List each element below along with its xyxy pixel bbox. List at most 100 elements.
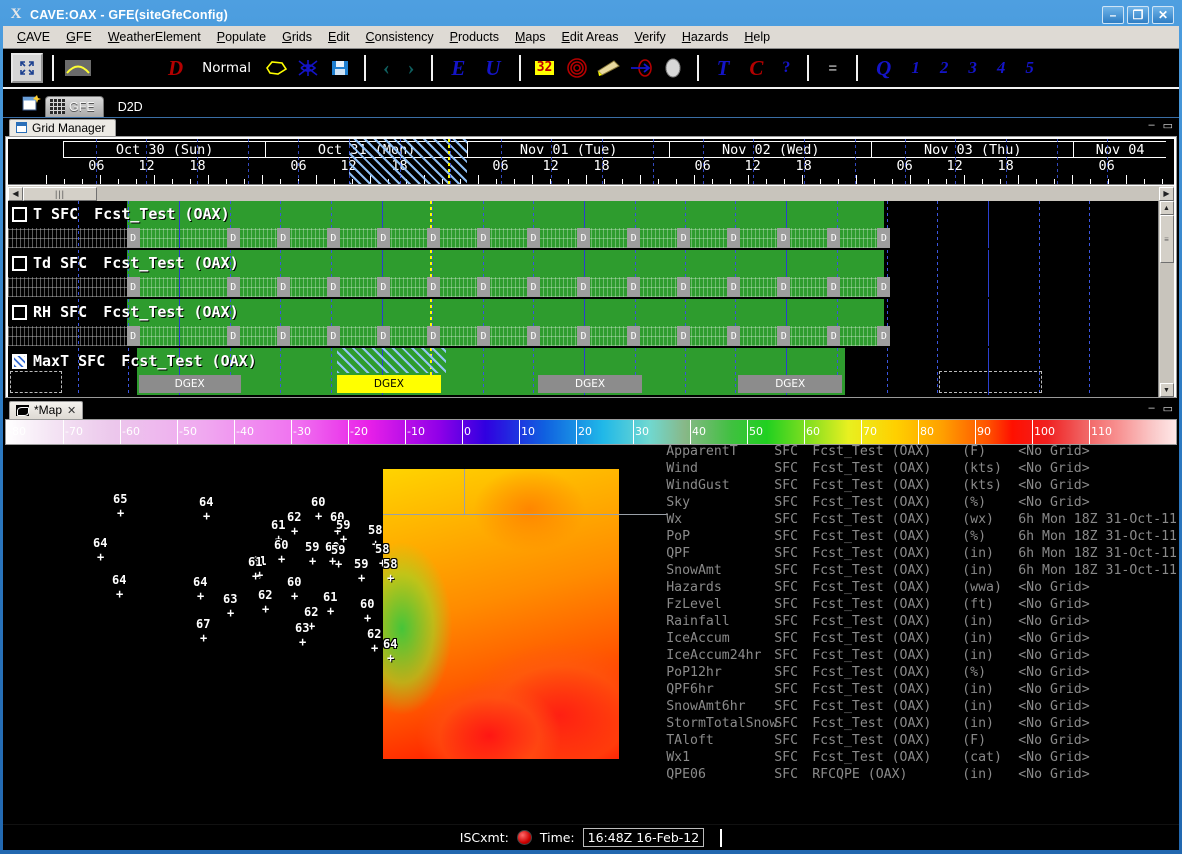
grid-row-checkbox[interactable] [12, 304, 27, 320]
grid-d-marker[interactable]: D [126, 326, 140, 346]
menu-item-cave[interactable]: CAVE [9, 28, 58, 46]
weather-element-row[interactable]: Wx1 SFC Fcst_Test (OAX) (cat) <No Grid> [666, 749, 1177, 766]
timescale-header[interactable]: Oct 30 (Sun) Oct 31 (Mon) Nov 01 (Tue) Nov … [8, 139, 1174, 185]
grid-d-marker[interactable]: D [326, 277, 340, 297]
lasso-select-button[interactable] [293, 53, 323, 83]
grid-d-marker[interactable]: D [476, 326, 490, 346]
grid-d-marker[interactable]: D [476, 228, 490, 248]
previous-grid-button[interactable]: ‹ [375, 57, 398, 80]
weather-element-row[interactable]: StormTotalSnowSFC Fcst_Test (OAX) (in) <No … [666, 715, 1177, 732]
model-source-bar[interactable]: DGEX [538, 375, 642, 393]
map-minimize[interactable]: – [1148, 402, 1154, 415]
maximize-button[interactable]: ❐ [1127, 5, 1149, 24]
weather-element-row[interactable]: SnowAmt SFC Fcst_Test (OAX) (in) 6h Mon 18Z … [666, 562, 1177, 579]
hscroll-left-arrow[interactable]: ◀ [8, 186, 23, 201]
weather-element-row[interactable]: FzLevel SFC Fcst_Test (OAX) (ft) <No Grid> [666, 596, 1177, 613]
grid-d-marker[interactable]: D [376, 277, 390, 297]
perspective-tab-gfe[interactable]: GFE [45, 96, 104, 117]
empty-model-slot-left[interactable] [10, 371, 62, 393]
grid-d-marker[interactable]: D [276, 228, 290, 248]
grid-block[interactable] [126, 250, 884, 297]
grid-d-marker[interactable]: D [426, 277, 440, 297]
num-tool-2[interactable]: 2 [931, 58, 958, 78]
perspective-tab-d2d[interactable]: D2D [108, 98, 153, 117]
hscroll-track[interactable] [97, 185, 1159, 202]
grid-row-label[interactable]: MaxT SFC Fcst_Test (OAX) [12, 352, 257, 370]
model-source-bar[interactable]: DGEX [337, 375, 441, 393]
grid-d-marker[interactable]: D [527, 277, 541, 297]
edit-mode-label[interactable]: Normal [194, 60, 259, 76]
map-tab-close-icon[interactable]: ✕ [67, 404, 76, 417]
grid-row-checkbox[interactable] [12, 255, 27, 271]
grid-d-marker[interactable]: D [577, 277, 591, 297]
grid-row-maxt[interactable]: DGEX DGEX DGEX DGEX MaxT SFC Fcst_Test (OAX) [8, 348, 1158, 397]
hscroll-right-arrow[interactable]: ▶ [1159, 186, 1174, 201]
grid-d-marker[interactable]: D [426, 326, 440, 346]
zoom-fit-button[interactable] [11, 53, 43, 83]
grid-manager-maximize[interactable]: ▭ [1163, 119, 1173, 132]
grid-d-marker[interactable]: D [376, 228, 390, 248]
grid-block[interactable] [126, 299, 884, 346]
grid-row-checkbox[interactable] [12, 353, 27, 369]
grid-d-marker[interactable]: D [677, 228, 691, 248]
weather-element-row[interactable]: Sky SFC Fcst_Test (OAX) (%) <No Grid> [666, 494, 1177, 511]
colorbar[interactable]: -80 -70 -60 -50 -40 -30 -20 -10 0 10 20 30 40 50 60 70 8… [5, 419, 1177, 445]
e-tool-button[interactable]: E [442, 56, 474, 81]
timescale-day[interactable]: Oct 30 (Sun) [63, 141, 266, 158]
weather-element-row[interactable]: QPE06 SFC RFCQPE (OAX) (in) <No Grid> [666, 766, 1177, 783]
menu-item-weatherelement[interactable]: WeatherElement [100, 28, 209, 46]
grid-d-marker[interactable]: D [126, 228, 140, 248]
grid-d-marker[interactable]: D [877, 228, 891, 248]
grid-d-marker[interactable]: D [877, 277, 891, 297]
u-tool-button[interactable]: U [476, 56, 509, 81]
target-button[interactable] [562, 53, 592, 83]
menu-item-grids[interactable]: Grids [274, 28, 320, 46]
model-source-bar[interactable]: DGEX [738, 375, 843, 393]
hscroll-thumb[interactable]: ||| [23, 186, 97, 201]
timescale-day[interactable]: Nov 02 (Wed) [669, 141, 872, 158]
weather-element-row[interactable]: PoP12hr SFC Fcst_Test (OAX) (%) <No Grid> [666, 664, 1177, 681]
vscroll-track[interactable] [1159, 263, 1174, 383]
grid-row-checkbox[interactable] [12, 206, 27, 222]
timescale-day[interactable]: Oct 31 (Mon) [265, 141, 468, 158]
grid-d-marker[interactable]: D [126, 277, 140, 297]
arrow-into-circle-button[interactable] [626, 53, 656, 83]
minimize-button[interactable]: – [1102, 5, 1124, 24]
grid-manager-vscrollbar[interactable]: ▲ ≡ ▼ [1158, 201, 1174, 397]
grid-d-marker[interactable]: D [727, 326, 741, 346]
grid-d-marker[interactable]: D [226, 326, 240, 346]
menu-item-products[interactable]: Products [442, 28, 507, 46]
grid-d-marker[interactable]: D [827, 228, 841, 248]
weather-element-row[interactable]: IceAccum24hr SFC Fcst_Test (OAX) (in) <No Gr… [666, 647, 1177, 664]
grid-d-marker[interactable]: D [827, 277, 841, 297]
grid-d-marker[interactable]: D [577, 326, 591, 346]
vscroll-down-arrow[interactable]: ▼ [1159, 383, 1174, 397]
grid-d-marker[interactable]: D [226, 277, 240, 297]
menu-item-help[interactable]: Help [736, 28, 778, 46]
weather-element-legend[interactable]: ApparentT SFC Fcst_Test (OAX) (F) <No Grid> W… [666, 445, 1177, 783]
weather-element-row[interactable]: IceAccum SFC Fcst_Test (OAX) (in) <No Grid> [666, 630, 1177, 647]
grid-d-marker[interactable]: D [527, 326, 541, 346]
equals-tool-button[interactable]: = [818, 60, 847, 77]
menu-item-populate[interactable]: Populate [209, 28, 274, 46]
grid-d-marker[interactable]: D [426, 228, 440, 248]
grid-d-marker[interactable]: D [326, 326, 340, 346]
c-tool-button[interactable]: C [740, 56, 772, 81]
pencil-button[interactable] [594, 53, 624, 83]
weather-element-row[interactable]: Wind SFC Fcst_Test (OAX) (kts) <No Grid> [666, 460, 1177, 477]
map-tab[interactable]: *Map ✕ [9, 401, 84, 419]
timescale-hscrollbar[interactable]: ◀ ||| ▶ [8, 185, 1174, 202]
menu-item-hazards[interactable]: Hazards [674, 28, 737, 46]
timescale-day[interactable]: Nov 01 (Tue) [467, 141, 670, 158]
weather-element-row[interactable]: QPF6hr SFC Fcst_Test (OAX) (in) <No Grid> [666, 681, 1177, 698]
grid-count-button[interactable]: 32 [530, 53, 560, 83]
help-tool-button[interactable]: ? [774, 59, 798, 77]
grid-d-marker[interactable]: D [376, 326, 390, 346]
grid-row-label[interactable]: Td SFC Fcst_Test (OAX) [12, 254, 239, 272]
weather-element-row[interactable]: Rainfall SFC Fcst_Test (OAX) (in) <No Grid> [666, 613, 1177, 630]
grid-d-marker[interactable]: D [727, 228, 741, 248]
current-time-value[interactable]: 16:48Z 16-Feb-12 [582, 828, 705, 847]
grid-manager-minimize[interactable]: – [1148, 119, 1154, 132]
menu-item-maps[interactable]: Maps [507, 28, 554, 46]
vscroll-up-arrow[interactable]: ▲ [1159, 201, 1174, 215]
